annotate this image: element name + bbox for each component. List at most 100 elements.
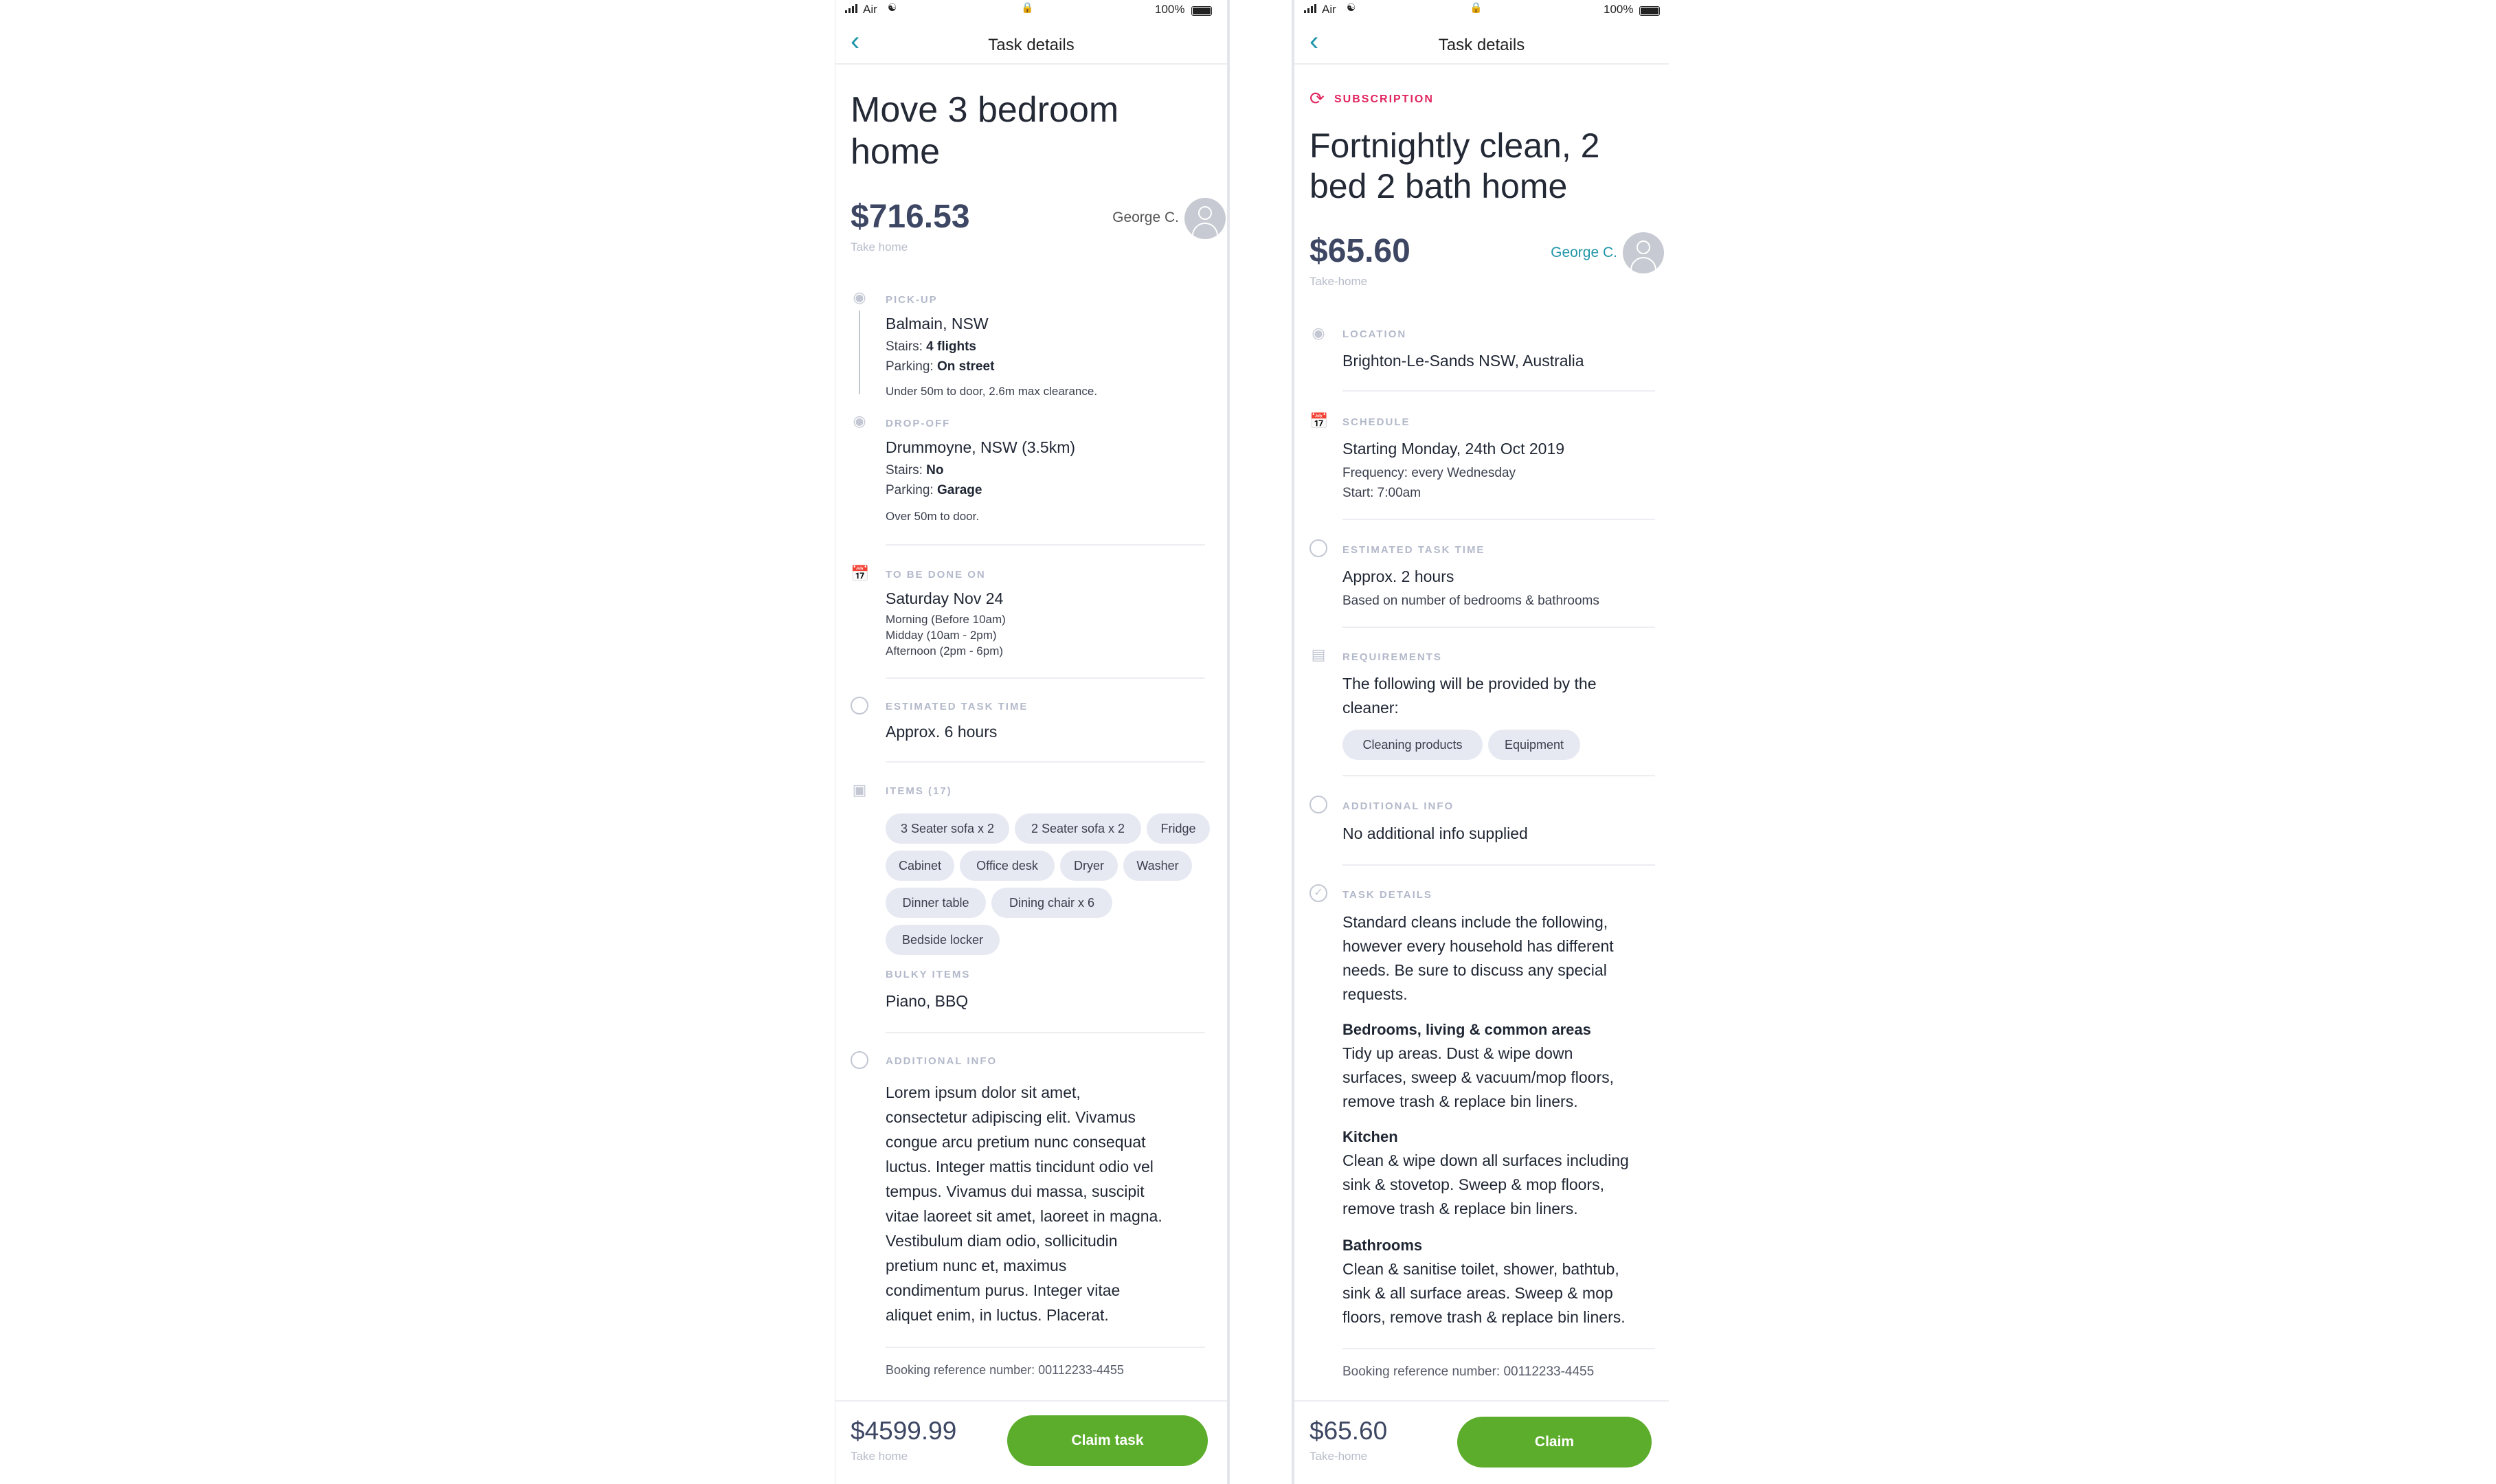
pickup-place: Balmain, NSW <box>886 315 989 333</box>
time-label: ESTIMATED TASK TIME <box>886 701 1028 712</box>
signal-icon <box>845 4 857 13</box>
signal-icon <box>1304 4 1316 13</box>
clock-icon <box>851 697 868 715</box>
details-heading: Kitchen <box>1342 1128 1398 1145</box>
check-circle-icon: ✓ <box>1309 884 1327 902</box>
battery-icon <box>1639 6 1660 16</box>
task-title: Fortnightly clean, 2 bed 2 bath home <box>1309 126 1599 207</box>
box-icon: ▣ <box>852 781 867 798</box>
time-slot: Afternoon (2pm - 6pm) <box>886 644 1004 657</box>
wifi-icon: ☯ <box>888 2 897 14</box>
task-details-screen-subscription: Air ☯ 🔒 100% ‹ Task details ⟳ SUBSCRIPTI… <box>1292 0 1669 1484</box>
footer-bar: $4599.99 Take home Claim task <box>835 1400 1227 1484</box>
info-text: Lorem ipsum dolor sit amet, consectetur a… <box>886 1083 1162 1324</box>
calendar-icon: 📅 <box>851 565 870 582</box>
details-section-text: Tidy up areas. Dust & wipe down surfaces,… <box>1342 1044 1614 1110</box>
divider <box>886 677 1205 679</box>
details-section-text: Clean & wipe down all surfaces including… <box>1342 1151 1629 1217</box>
details-intro: Standard cleans include the following, ho… <box>1342 913 1614 1003</box>
pickup-parking: Parking: On street <box>886 359 995 374</box>
requirement-chip: Cleaning products <box>1342 730 1483 760</box>
carrier-label: Air <box>1322 3 1336 16</box>
location-value: Brighton-Le-Sands NSW, Australia <box>1342 352 1584 370</box>
task-title: Move 3 bedroom home <box>851 89 1118 173</box>
footer-take-home: Take-home <box>1309 1450 1368 1463</box>
subscription-badge: SUBSCRIPTION <box>1334 93 1434 105</box>
divider <box>886 1347 1205 1348</box>
wifi-icon: ☯ <box>1347 2 1356 14</box>
dropoff-parking: Parking: Garage <box>886 483 982 497</box>
task-price: $65.60 <box>1309 233 1410 269</box>
route-line <box>859 311 860 394</box>
info-value: No additional info supplied <box>1342 824 1528 842</box>
nav-bar: ‹ Task details <box>1294 21 1669 65</box>
footer-take-home: Take home <box>851 1450 908 1463</box>
pickup-note: Under 50m to door, 2.6m max clearance. <box>886 385 1098 398</box>
requirements-line: The following will be provided by the <box>1342 675 1597 693</box>
time-value: Approx. 6 hours <box>886 723 998 741</box>
bulky-value: Piano, BBQ <box>886 992 969 1010</box>
item-chip: 2 Seater sofa x 2 <box>1015 813 1141 844</box>
requirements-label: REQUIREMENTS <box>1342 651 1442 663</box>
nav-title: Task details <box>988 36 1075 54</box>
dropoff-label: DROP-OFF <box>886 418 951 429</box>
items-label: ITEMS (17) <box>886 785 952 797</box>
bulky-label: BULKY ITEMS <box>886 969 971 980</box>
item-chip: Dryer <box>1060 851 1118 881</box>
details-heading: Bathrooms <box>1342 1237 1423 1254</box>
status-bar: Air ☯ 🔒 100% <box>1294 0 1669 21</box>
poster-name[interactable]: George C. <box>1514 245 1617 261</box>
divider <box>1342 390 1655 392</box>
pin-icon: ◉ <box>853 289 866 306</box>
take-home-label: Take home <box>851 240 908 254</box>
date-value: Saturday Nov 24 <box>886 589 1004 607</box>
item-chip: Dining chair x 6 <box>991 888 1112 918</box>
poster-name[interactable]: George C. <box>1076 210 1179 226</box>
item-chip: Dinner table <box>886 888 986 918</box>
info-label: ADDITIONAL INFO <box>1342 800 1454 812</box>
claim-task-button[interactable]: Claim task <box>1007 1415 1208 1466</box>
divider <box>1342 775 1655 776</box>
divider <box>1342 519 1655 520</box>
lock-icon: 🔒 <box>1470 2 1483 14</box>
time-label: ESTIMATED TASK TIME <box>1342 544 1485 556</box>
schedule-start: Start: 7:00am <box>1342 486 1421 500</box>
item-chip: Bedside locker <box>886 925 1000 955</box>
requirement-chip: Equipment <box>1488 730 1580 760</box>
avatar[interactable] <box>1184 198 1226 239</box>
schedule-frequency: Frequency: every Wednesday <box>1342 466 1516 480</box>
location-label: LOCATION <box>1342 328 1407 340</box>
clock-icon <box>1309 539 1327 557</box>
battery-percent: 100% <box>1604 3 1634 16</box>
divider <box>886 544 1205 546</box>
footer-price: $65.60 <box>1309 1417 1388 1445</box>
battery-icon <box>1191 6 1212 16</box>
lock-icon: 🔒 <box>1021 2 1034 14</box>
pickup-stairs: Stairs: 4 flights <box>886 339 976 354</box>
dropoff-stairs: Stairs: No <box>886 463 944 477</box>
time-value: Approx. 2 hours <box>1342 567 1454 585</box>
nav-bar: ‹ Task details <box>835 21 1227 65</box>
booking-reference: Booking reference number: 00112233-4455 <box>1342 1364 1595 1379</box>
task-price: $716.53 <box>851 199 970 235</box>
item-chip: Cabinet <box>886 851 954 881</box>
footer-price: $4599.99 <box>851 1417 957 1445</box>
avatar[interactable] <box>1623 232 1664 273</box>
divider <box>886 1032 1205 1033</box>
item-chip: Office desk <box>960 851 1055 881</box>
booking-reference: Booking reference number: 00112233-4455 <box>886 1363 1124 1377</box>
claim-button[interactable]: Claim <box>1457 1417 1652 1468</box>
details-section-text: Clean & sanitise toilet, shower, bathtub… <box>1342 1260 1626 1326</box>
info-icon <box>1309 796 1327 813</box>
calendar-icon: 📅 <box>1309 412 1329 429</box>
divider <box>1342 1348 1655 1349</box>
status-bar: Air ☯ 🔒 100% <box>835 0 1227 21</box>
info-label: ADDITIONAL INFO <box>886 1055 998 1067</box>
info-icon <box>851 1051 868 1069</box>
pin-icon: ◉ <box>853 412 866 429</box>
task-title-line: bed 2 bath home <box>1309 167 1568 205</box>
requirements-line: cleaner: <box>1342 699 1399 717</box>
pin-icon: ◉ <box>1312 324 1325 341</box>
time-slot: Midday (10am - 2pm) <box>886 629 997 642</box>
date-label: TO BE DONE ON <box>886 569 986 581</box>
